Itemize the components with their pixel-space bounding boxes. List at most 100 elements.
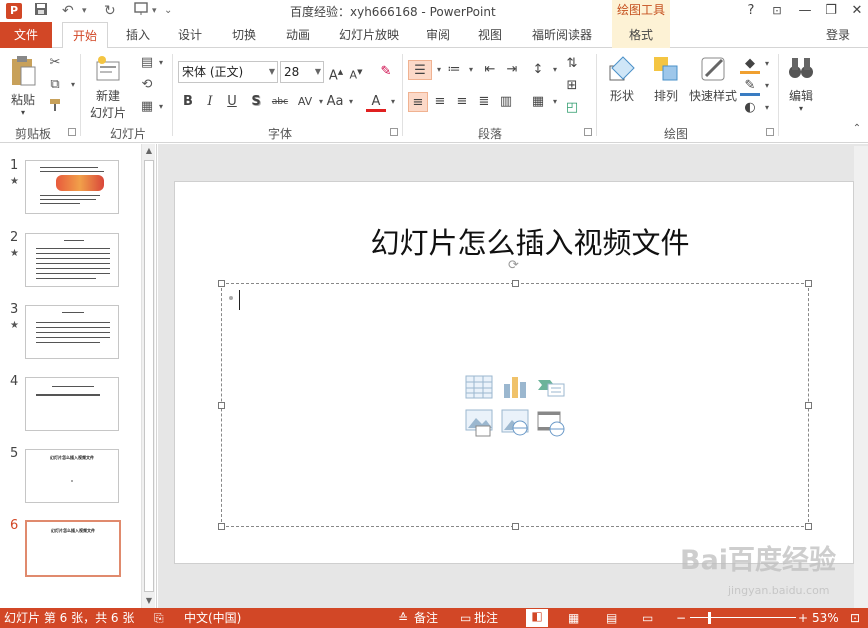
rotate-handle-icon[interactable]: ⟳	[508, 258, 519, 273]
cut-icon[interactable]: ✂	[46, 54, 64, 72]
decrease-font-size-icon[interactable]: A▼	[346, 62, 366, 82]
ribbon-display-options-icon[interactable]: ⊡	[766, 2, 788, 20]
format-painter-icon[interactable]	[46, 98, 64, 116]
slide-thumbnail-3[interactable]	[25, 305, 119, 359]
section-dropdown-icon[interactable]: ▾	[152, 98, 170, 116]
tab-animations[interactable]: 动画	[278, 22, 318, 48]
tab-design[interactable]: 设计	[170, 22, 210, 48]
video-icon[interactable]	[536, 408, 566, 437]
align-text-icon[interactable]: ⊞	[562, 76, 582, 96]
reset-slide-icon[interactable]: ⟲	[138, 76, 156, 94]
decrease-indent-icon[interactable]: ⇤	[480, 60, 500, 80]
shape-effects-icon[interactable]: ◐	[740, 98, 760, 118]
copy-icon[interactable]: ⧉	[46, 76, 64, 94]
distributed-button[interactable]: ▥	[496, 92, 516, 112]
font-color-dropdown-icon[interactable]: ▾	[384, 93, 402, 111]
presentation-start-icon[interactable]	[134, 2, 150, 20]
text-direction-icon[interactable]: ⇅	[562, 54, 582, 74]
notes-icon[interactable]: ≙	[398, 611, 408, 626]
paragraph-launcher-icon[interactable]	[584, 128, 592, 136]
language-indicator[interactable]: 中文(中国)	[184, 611, 241, 626]
increase-font-size-icon[interactable]: A▲	[326, 62, 346, 83]
tab-format[interactable]: 格式	[612, 22, 670, 48]
tab-home[interactable]: 开始	[62, 22, 108, 49]
resize-handle[interactable]	[805, 280, 812, 287]
comments-icon[interactable]: ▭	[460, 611, 471, 626]
presentation-dropdown-icon[interactable]: ▾	[152, 2, 157, 20]
slideshow-view-icon[interactable]: ▭	[642, 611, 653, 626]
font-size-dropdown-icon[interactable]: ▼	[315, 62, 321, 82]
new-slide-button[interactable]: 新建 幻灯片	[86, 54, 130, 121]
shape-fill-icon[interactable]: ◆	[740, 54, 760, 74]
strikethrough-button[interactable]: abc	[268, 92, 292, 112]
restore-button[interactable]: ❐	[820, 2, 842, 20]
powerpoint-app-icon[interactable]: P	[6, 3, 22, 19]
resize-handle[interactable]	[218, 523, 225, 530]
shape-outline-dropdown-icon[interactable]: ▾	[758, 77, 776, 95]
undo-dropdown-icon[interactable]: ▾	[82, 2, 87, 20]
tab-file[interactable]: 文件	[0, 22, 52, 48]
tab-insert[interactable]: 插入	[118, 22, 158, 48]
spell-check-icon[interactable]: ⎘	[154, 611, 164, 626]
comments-button[interactable]: 批注	[474, 611, 498, 626]
underline-button[interactable]: U	[222, 92, 242, 112]
table-icon[interactable]	[464, 374, 494, 400]
tab-view[interactable]: 视图	[470, 22, 510, 48]
align-right-button[interactable]: ≡	[452, 92, 472, 112]
editing-area-scrollbar[interactable]	[854, 146, 868, 608]
minimize-button[interactable]: —	[794, 2, 816, 20]
arrange-button[interactable]: 排列	[646, 54, 686, 104]
resize-handle[interactable]	[805, 523, 812, 530]
editing-dropdown-icon[interactable]: ▾	[784, 104, 818, 113]
tab-foxit-reader[interactable]: 福昕阅读器	[526, 22, 598, 48]
slide-sorter-view-icon[interactable]: ▦	[568, 611, 579, 626]
slide-thumbnail-4[interactable]	[25, 377, 119, 431]
scroll-down-icon[interactable]: ▼	[144, 596, 154, 605]
shape-effects-dropdown-icon[interactable]: ▾	[758, 99, 776, 117]
zoom-out-button[interactable]: −	[676, 611, 686, 626]
text-shadow-button[interactable]: S	[246, 92, 266, 112]
resize-handle[interactable]	[512, 523, 519, 530]
chart-icon[interactable]	[500, 374, 530, 400]
tab-review[interactable]: 审阅	[418, 22, 458, 48]
scroll-up-icon[interactable]: ▲	[144, 146, 154, 155]
shape-fill-dropdown-icon[interactable]: ▾	[758, 55, 776, 73]
numbering-button[interactable]: ≔	[444, 60, 464, 80]
slide-thumbnail-2[interactable]	[25, 233, 119, 287]
online-picture-icon[interactable]	[500, 408, 530, 436]
change-case-dropdown-icon[interactable]: ▾	[342, 93, 360, 111]
picture-icon[interactable]	[464, 408, 494, 437]
tab-transitions[interactable]: 切换	[224, 22, 264, 48]
font-launcher-icon[interactable]	[390, 128, 398, 136]
zoom-slider-thumb[interactable]	[708, 612, 711, 624]
align-left-button[interactable]: ≡	[408, 92, 428, 112]
convert-to-smartart-icon[interactable]: ◰	[562, 98, 582, 118]
font-name-dropdown-icon[interactable]: ▼	[269, 62, 275, 82]
justify-button[interactable]: ≣	[474, 92, 494, 112]
slide-thumbnail-1[interactable]	[25, 160, 119, 214]
thumbnails-scrollbar[interactable]: ▲ ▼	[141, 144, 155, 608]
shape-outline-icon[interactable]: ✎	[740, 76, 760, 96]
scrollbar-thumb[interactable]	[144, 160, 154, 592]
collapse-ribbon-icon[interactable]: ⌃	[848, 120, 866, 138]
redo-icon[interactable]: ↻	[104, 2, 116, 20]
slide-thumbnail-6[interactable]: 幻灯片怎么插入视频文件	[25, 520, 121, 577]
fit-slide-icon[interactable]: ⊡	[850, 611, 860, 626]
font-name-combo[interactable]: 宋体 (正文) ▼	[178, 61, 278, 83]
sign-in-link[interactable]: 登录	[826, 26, 850, 43]
resize-handle[interactable]	[218, 402, 225, 409]
quick-styles-button[interactable]: 快速样式	[688, 54, 738, 104]
content-placeholder[interactable]: ⟳	[218, 258, 812, 530]
font-size-combo[interactable]: 28 ▼	[280, 61, 324, 83]
zoom-in-button[interactable]: +	[798, 611, 808, 626]
increase-indent-icon[interactable]: ⇥	[502, 60, 522, 80]
resize-handle[interactable]	[218, 280, 225, 287]
paste-dropdown-icon[interactable]: ▾	[6, 108, 40, 117]
line-spacing-icon[interactable]: ↕	[528, 60, 548, 80]
resize-handle[interactable]	[512, 280, 519, 287]
normal-view-icon[interactable]: ◧	[526, 609, 548, 627]
current-slide[interactable]: 幻灯片怎么插入视频文件 ⟳	[174, 181, 854, 564]
columns-icon[interactable]: ▦	[528, 92, 548, 112]
close-button[interactable]: ✕	[846, 2, 868, 20]
editing-button[interactable]: 编辑 ▾	[784, 54, 818, 113]
